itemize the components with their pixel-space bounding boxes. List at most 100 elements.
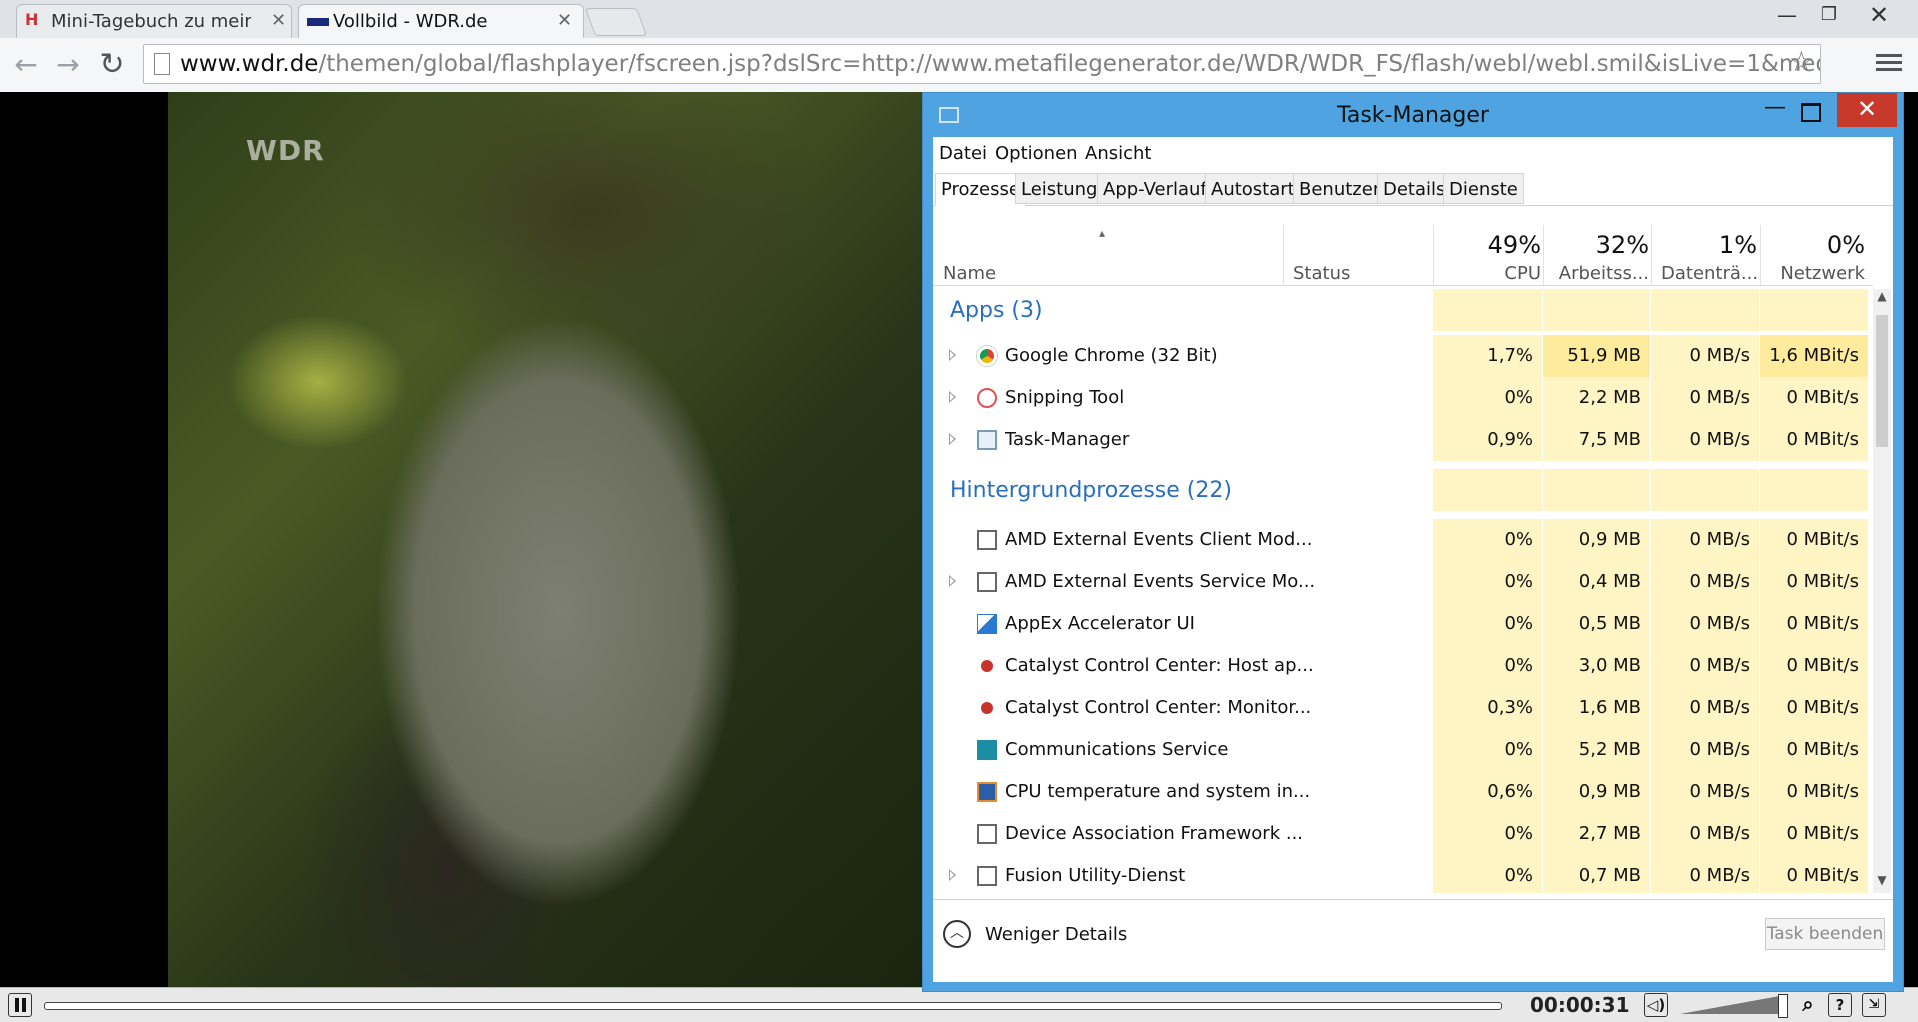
zoom-icon[interactable]: ⌕	[1796, 993, 1820, 1017]
player-controls: 00:00:31 ◁) ⌕ ? ⇲	[0, 987, 1918, 1022]
volume-knob[interactable]	[1778, 994, 1788, 1018]
tab-vollbild-wdr[interactable]: Vollbild - WDR.de ✕	[298, 4, 584, 38]
process-name: CPU temperature and system in...	[1005, 781, 1311, 802]
tab-app-verlauf[interactable]: App-Verlauf	[1097, 173, 1213, 204]
exit-fullscreen-icon[interactable]: ⇲	[1862, 993, 1886, 1017]
volume-slider[interactable]	[1680, 996, 1780, 1014]
cell-cpu: 0%	[1504, 739, 1533, 760]
expand-arrow-icon[interactable]	[949, 575, 956, 587]
close-icon[interactable]: ✕	[1837, 93, 1897, 127]
chevron-up-icon[interactable]: ︿	[943, 920, 971, 948]
address-bar[interactable]: www.wdr.de/themen/global/flashplayer/fsc…	[143, 44, 1821, 84]
volume-icon[interactable]: ◁)	[1644, 993, 1668, 1017]
process-row[interactable]: 0,3% 1,6 MB 0 MB/s 0 MBit/s Catalyst Control…	[933, 687, 1873, 729]
pause-icon[interactable]	[8, 993, 32, 1017]
minimize-icon[interactable]: —	[1757, 95, 1793, 131]
tab-dienste[interactable]: Dienste	[1443, 173, 1524, 204]
cell-cpu: 0,3%	[1487, 697, 1533, 718]
scroll-up-icon[interactable]: ▲	[1873, 289, 1891, 309]
tab-details[interactable]: Details	[1377, 173, 1452, 204]
process-row[interactable]: 0% 0,5 MB 0 MB/s 0 MBit/s AppEx Accelerator …	[933, 603, 1873, 645]
process-name: Device Association Framework ...	[1005, 823, 1304, 844]
tab-title: Vollbild - WDR.de	[333, 11, 488, 32]
chrome-menu-icon[interactable]	[1876, 50, 1902, 76]
process-name: AppEx Accelerator UI	[1005, 613, 1195, 634]
cell-disk: 0 MB/s	[1689, 865, 1751, 886]
reload-icon[interactable]: ↻	[94, 47, 130, 83]
group-background[interactable]: Hintergrundprozesse (22)	[933, 469, 1873, 511]
process-row[interactable]: 0% 2,7 MB 0 MB/s 0 MBit/s Device Association…	[933, 813, 1873, 855]
process-row[interactable]: 0% 3,0 MB 0 MB/s 0 MBit/s Catalyst Control C…	[933, 645, 1873, 687]
process-row[interactable]: 0% 0,9 MB 0 MB/s 0 MBit/s AMD External Event…	[933, 519, 1873, 561]
col-status[interactable]: Status	[1293, 263, 1350, 284]
col-divider	[1433, 225, 1434, 285]
expand-arrow-icon[interactable]	[949, 869, 956, 881]
minimize-icon[interactable]: —	[1764, 0, 1810, 30]
col-net[interactable]: Netzwerk	[1769, 263, 1865, 284]
maximize-icon[interactable]	[1801, 103, 1821, 122]
task-manager-window: Task-Manager — ✕ Datei Optionen Ansicht …	[922, 92, 1904, 992]
process-row[interactable]: 0,9% 7,5 MB 0 MB/s 0 MBit/s Task-Manager	[933, 419, 1873, 461]
cell-disk: 0 MB/s	[1689, 429, 1751, 450]
tab-autostart[interactable]: Autostart	[1205, 173, 1301, 204]
scroll-down-icon[interactable]: ▼	[1873, 873, 1891, 893]
playback-time: 00:00:31	[1530, 993, 1630, 1017]
tab-prozesse[interactable]: Prozesse	[935, 173, 1026, 206]
end-task-button[interactable]: Task beenden	[1765, 918, 1885, 950]
amd-service-icon	[977, 572, 997, 592]
cell-cpu: 0%	[1504, 529, 1533, 550]
cell-net: 0 MBit/s	[1786, 613, 1859, 634]
close-window-icon[interactable]: ✕	[1856, 0, 1902, 30]
tm-titlebar[interactable]: Task-Manager — ✕	[923, 93, 1903, 137]
tm-tabs: Prozesse Leistung App-Verlauf Autostart …	[933, 173, 1893, 206]
expand-arrow-icon[interactable]	[949, 433, 956, 445]
menu-optionen[interactable]: Optionen	[995, 143, 1078, 164]
cell-net: 0 MBit/s	[1786, 429, 1859, 450]
col-divider	[1760, 225, 1761, 285]
expand-arrow-icon[interactable]	[949, 391, 956, 403]
fewer-details-link[interactable]: Weniger Details	[985, 924, 1127, 945]
page-icon	[154, 53, 170, 75]
process-row[interactable]: 0% 0,7 MB 0 MB/s 0 MBit/s Fusion Utility-Die…	[933, 855, 1873, 893]
help-icon[interactable]: ?	[1828, 993, 1852, 1017]
col-name[interactable]: Name	[943, 263, 996, 284]
process-row[interactable]: 1,7% 51,9 MB 0 MB/s 1,6 MBit/s Google Chrome…	[933, 335, 1873, 377]
forward-arrow-icon[interactable]: →	[50, 47, 86, 83]
col-mem[interactable]: Arbeitss...	[1553, 263, 1649, 284]
process-row[interactable]: 0% 2,2 MB 0 MB/s 0 MBit/s Snipping Tool	[933, 377, 1873, 419]
back-arrow-icon[interactable]: ←	[8, 47, 44, 83]
expand-arrow-icon[interactable]	[949, 349, 956, 361]
cell-cpu: 0,9%	[1487, 429, 1533, 450]
cell-net: 1,6 MBit/s	[1769, 345, 1859, 366]
group-title: Hintergrundprozesse (22)	[950, 478, 1232, 503]
cell-net: 0 MBit/s	[1786, 823, 1859, 844]
close-icon[interactable]: ✕	[557, 10, 572, 31]
heat-cell	[1760, 469, 1868, 511]
scroll-thumb[interactable]	[1876, 315, 1888, 447]
menu-ansicht[interactable]: Ansicht	[1085, 143, 1151, 164]
scrollbar[interactable]: ▲ ▼	[1873, 289, 1891, 893]
process-row[interactable]: 0% 5,2 MB 0 MB/s 0 MBit/s Communications Ser…	[933, 729, 1873, 771]
menu-datei[interactable]: Datei	[939, 143, 987, 164]
bookmark-star-icon[interactable]: ☆	[1789, 45, 1814, 81]
tab-mini-tagebuch[interactable]: H Mini-Tagebuch zu meinem ✕	[16, 4, 292, 38]
cell-mem: 2,2 MB	[1578, 387, 1641, 408]
col-mem-total: 32%	[1595, 231, 1649, 259]
process-row[interactable]: 0% 0,4 MB 0 MB/s 0 MBit/s AMD External Event…	[933, 561, 1873, 603]
group-apps[interactable]: Apps (3)	[933, 289, 1873, 331]
new-tab-button[interactable]	[584, 8, 648, 36]
tab-benutzer[interactable]: Benutzer	[1293, 173, 1387, 204]
seek-bar[interactable]	[44, 1002, 1502, 1010]
col-disk[interactable]: Datenträ...	[1661, 263, 1758, 284]
process-row[interactable]: 0,6% 0,9 MB 0 MB/s 0 MBit/s CPU temperature …	[933, 771, 1873, 813]
close-icon[interactable]: ✕	[271, 10, 286, 31]
restore-icon[interactable]: ❐	[1806, 0, 1852, 30]
col-cpu[interactable]: CPU	[1443, 263, 1541, 284]
tm-body: Datei Optionen Ansicht Prozesse Leistung…	[933, 137, 1893, 982]
process-name: Catalyst Control Center: Monitor...	[1005, 697, 1312, 718]
tab-leistung[interactable]: Leistung	[1015, 173, 1104, 204]
wdr-favicon-icon	[307, 18, 329, 26]
cell-disk: 0 MB/s	[1689, 571, 1751, 592]
cell-disk: 0 MB/s	[1689, 697, 1751, 718]
cell-net: 0 MBit/s	[1786, 697, 1859, 718]
